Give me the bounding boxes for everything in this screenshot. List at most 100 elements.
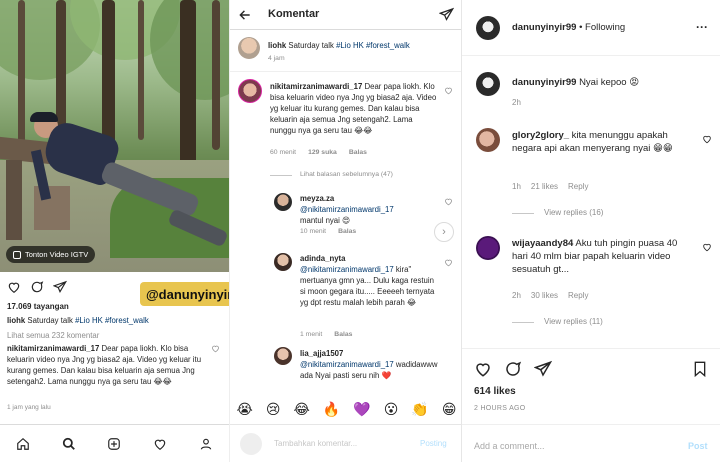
avatar-nikitamirzanimawardi[interactable]	[238, 79, 262, 103]
post-comment-button[interactable]: Posting	[420, 439, 447, 448]
view-previous-replies-label: Lihat balasan sebelumnya (47)	[300, 171, 393, 178]
emoji-button[interactable]: 😁	[442, 401, 457, 418]
comment-input-bar: Tambahkan komentar... Posting	[230, 424, 461, 462]
avatar-wijayaandy84[interactable]	[476, 236, 500, 260]
view-replies-label: View replies (11)	[544, 317, 603, 326]
reply-meyza: meyza.za @nikitamirzanimawardi_17 mantul…	[300, 193, 440, 226]
avatar-danunyinyir99[interactable]	[476, 16, 500, 40]
comment-meta: 1h 21 likes Reply	[512, 182, 588, 191]
comment-input[interactable]: Tambahkan komentar...	[274, 439, 357, 448]
view-count: 17.069 tayangan	[7, 302, 69, 311]
comment-time: 1h	[512, 182, 521, 191]
own-comment-meta: 2h	[512, 98, 521, 107]
avatar-adinda[interactable]	[274, 253, 292, 271]
like-heart-icon[interactable]	[474, 360, 492, 378]
emoji-button[interactable]: 😂	[294, 401, 310, 418]
view-replies-link[interactable]: View replies (11)	[544, 317, 603, 326]
back-arrow-icon[interactable]	[238, 8, 252, 22]
post-action-bar	[7, 280, 67, 294]
comment-like-heart-icon[interactable]	[211, 344, 220, 353]
reply-mention[interactable]: @nikitamirzanimawardi_17	[300, 265, 394, 274]
post-author: danunyinyir99 • Following	[512, 22, 625, 33]
post-action-bar	[474, 360, 552, 378]
comment-likes[interactable]: 21 likes	[531, 182, 558, 191]
reply-button[interactable]: Balas	[349, 149, 367, 156]
avatar-glory2glory[interactable]	[476, 128, 500, 152]
caption-username[interactable]: liohk	[7, 316, 25, 325]
comment-likes[interactable]: 129 suka	[308, 149, 337, 156]
replies-divider	[270, 175, 292, 176]
caption-text: Saturday talk	[288, 41, 334, 50]
more-options-icon[interactable]: ···	[696, 20, 708, 34]
replies-divider	[512, 322, 534, 323]
reply-username[interactable]: meyza.za	[300, 194, 334, 203]
caption-comment: liohk Saturday talk #Lio HK #forest_walk	[268, 40, 438, 51]
caption-username[interactable]: liohk	[268, 41, 286, 50]
comment-like-heart-icon[interactable]	[702, 134, 712, 144]
comment-likes[interactable]: 30 likes	[531, 291, 558, 300]
search-icon[interactable]	[62, 437, 76, 451]
reply-mention[interactable]: @nikitamirzanimawardi_17	[300, 360, 394, 369]
comment-bubble-icon[interactable]	[504, 360, 522, 378]
comment-username[interactable]: nikitamirzanimawardi_17	[270, 82, 362, 91]
comment-bubble-icon[interactable]	[30, 280, 44, 294]
add-comment-input[interactable]: Add a comment...	[474, 441, 545, 451]
comment-like-heart-icon[interactable]	[444, 197, 453, 206]
share-send-icon[interactable]	[53, 280, 67, 294]
emoji-button[interactable]: 💜	[353, 401, 370, 418]
likes-count[interactable]: 614 likes	[474, 386, 516, 397]
igtv-badge[interactable]: Tonton Video IGTV	[6, 246, 96, 263]
avatar-meyza[interactable]	[274, 193, 292, 211]
emoji-button[interactable]: 😢	[266, 401, 281, 418]
comment-username[interactable]: wijayaandy84	[512, 238, 573, 249]
post-photo[interactable]	[0, 0, 229, 272]
emoji-button[interactable]: 👏	[411, 401, 428, 418]
caption-hashtags[interactable]: #Lio HK #forest_walk	[336, 41, 410, 50]
comment-like-heart-icon[interactable]	[444, 86, 453, 95]
scroll-next-button[interactable]: ›	[434, 222, 454, 242]
view-all-comments-link[interactable]: Lihat semua 232 komentar	[7, 331, 99, 340]
comment-meta: 2h 30 likes Reply	[512, 291, 588, 300]
comment-username[interactable]: glory2glory_	[512, 130, 569, 141]
share-send-icon[interactable]	[534, 360, 552, 378]
emoji-button[interactable]: 😭	[237, 401, 253, 418]
caption-hashtags[interactable]: #Lio HK #forest_walk	[75, 316, 149, 325]
view-replies-link[interactable]: View replies (16)	[544, 208, 603, 217]
comment-like-heart-icon[interactable]	[444, 258, 453, 267]
view-previous-replies-link[interactable]: Lihat balasan sebelumnya (47)	[300, 171, 393, 178]
emoji-button[interactable]: 🔥	[323, 401, 340, 418]
reply-button[interactable]: Balas	[338, 228, 356, 235]
activity-heart-icon[interactable]	[153, 437, 167, 451]
caption-time: 4 jam	[268, 55, 285, 62]
avatar-lia[interactable]	[274, 347, 292, 365]
comment-time: 2h	[512, 291, 521, 300]
igtv-icon	[13, 250, 21, 259]
profile-icon[interactable]	[199, 437, 213, 451]
caption-text: Saturday talk	[27, 316, 73, 325]
comment-time: 2h	[512, 98, 521, 107]
bookmark-icon[interactable]	[692, 360, 708, 378]
comment-glory2glory: glory2glory_ kita menunggu apakah negara…	[512, 129, 688, 155]
like-heart-icon[interactable]	[7, 280, 21, 294]
reply-username[interactable]: adinda_nyta	[300, 254, 346, 263]
comment-username[interactable]: danunyinyir99	[512, 77, 576, 88]
reply-mention[interactable]: @nikitamirzanimawardi_17	[300, 205, 394, 214]
post-date: 2 HOURS AGO	[474, 405, 526, 412]
reply-username[interactable]: lia_ajja1507	[300, 349, 343, 358]
emoji-button[interactable]: 😮	[384, 401, 399, 418]
share-send-icon[interactable]	[439, 7, 454, 22]
comment-nikitamirzanimawardi: nikitamirzanimawardi_17 Dear papa liokh.…	[270, 81, 438, 136]
follow-status[interactable]: • Following	[579, 22, 625, 33]
panel-comments: Komentar liohk Saturday talk #Lio HK #fo…	[229, 0, 462, 462]
comment-like-heart-icon[interactable]	[702, 242, 712, 252]
author-username[interactable]: danunyinyir99	[512, 22, 576, 33]
avatar-danunyinyir99[interactable]	[476, 72, 500, 96]
add-icon[interactable]	[107, 437, 121, 451]
reply-button[interactable]: Balas	[334, 331, 352, 338]
avatar-liohk[interactable]	[238, 37, 260, 59]
reply-button[interactable]: Reply	[568, 182, 588, 191]
home-icon[interactable]	[16, 437, 30, 451]
comment-username[interactable]: nikitamirzanimawardi_17	[7, 344, 99, 353]
reply-button[interactable]: Reply	[568, 291, 588, 300]
post-comment-button[interactable]: Post	[688, 441, 708, 451]
